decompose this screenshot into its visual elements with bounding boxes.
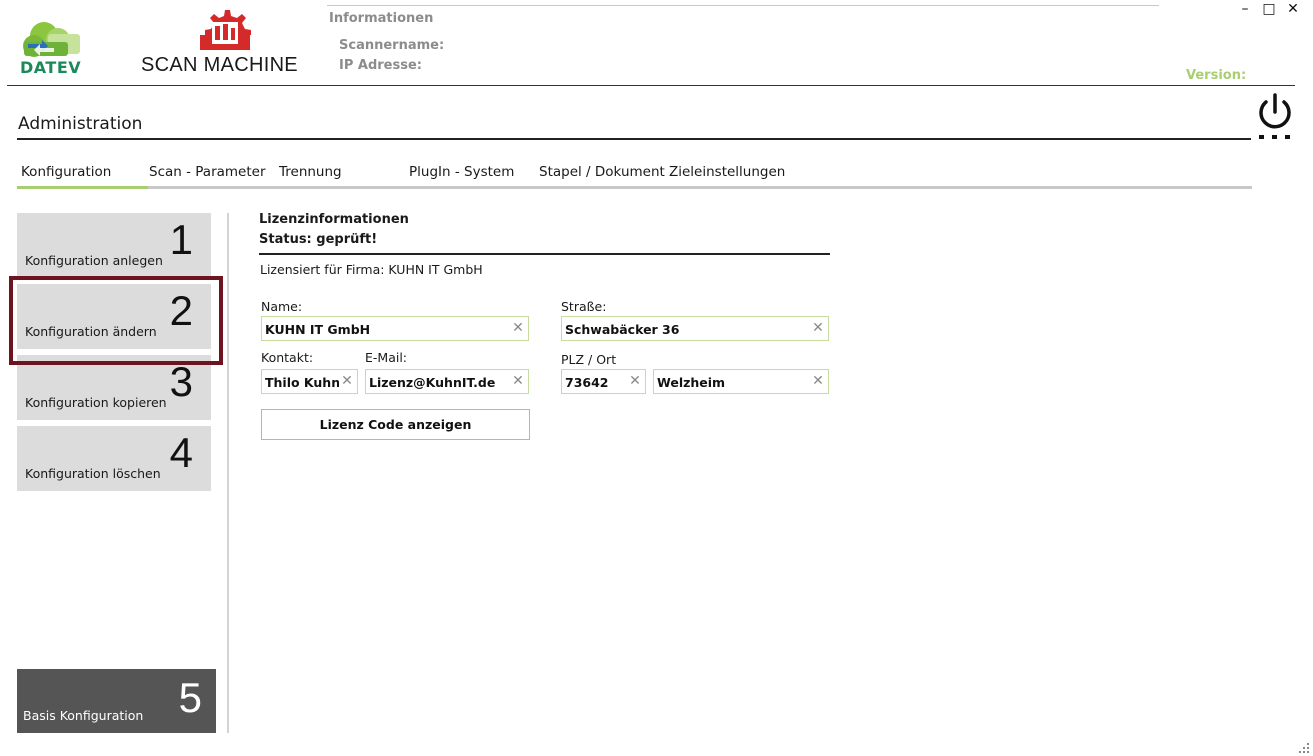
tab-konfiguration[interactable]: Konfiguration [21, 164, 111, 180]
side-divider [227, 213, 229, 733]
tab-trennung[interactable]: Trennung [279, 164, 342, 180]
street-label: Straße: [561, 299, 607, 314]
contact-field[interactable]: ✕ [261, 369, 358, 394]
header-divider [7, 85, 1295, 86]
page-title: Administration [18, 114, 143, 134]
tab-stapel-dokument[interactable]: Stapel / Dokument [539, 164, 665, 180]
plz-ort-label: PLZ / Ort [561, 352, 617, 367]
menu-item-label: Konfiguration anlegen [25, 253, 163, 268]
tab-active-indicator [17, 186, 148, 189]
menu-item-label: Konfiguration löschen [25, 466, 161, 481]
clear-icon[interactable]: ✕ [628, 373, 642, 389]
menu-item-number: 4 [169, 429, 193, 476]
street-field[interactable]: ✕ [561, 316, 829, 341]
datev-logo-text: DATEV [20, 58, 82, 77]
license-divider [259, 253, 830, 255]
clear-icon[interactable]: ✕ [811, 320, 825, 336]
plz-input[interactable] [565, 373, 627, 391]
email-field[interactable]: ✕ [365, 369, 529, 394]
menu-item-number: 1 [169, 216, 193, 263]
menu-item-label: Konfiguration kopieren [25, 395, 167, 410]
ip-address-label: IP Adresse: [339, 58, 422, 73]
plz-field[interactable]: ✕ [561, 369, 646, 394]
menu-item-label: Basis Konfiguration [23, 708, 144, 723]
minimize-button[interactable]: – [1234, 1, 1256, 19]
clear-icon[interactable]: ✕ [811, 373, 825, 389]
email-label: E-Mail: [365, 350, 408, 365]
name-field[interactable]: ✕ [261, 316, 529, 341]
title-divider [17, 138, 1251, 140]
menu-selection-frame [9, 276, 223, 365]
menu-item-number: 3 [169, 358, 193, 405]
license-company-line: Lizensiert für Firma: KUHN IT GmbH [260, 262, 483, 277]
menu-basis-konfiguration[interactable]: Basis Konfiguration 5 [17, 669, 216, 733]
license-title: Lizenzinformationen [259, 212, 409, 227]
maximize-button[interactable]: □ [1258, 1, 1280, 19]
city-field[interactable]: ✕ [653, 369, 829, 394]
resize-grip-icon[interactable] [1298, 742, 1310, 754]
scan-machine-logo-icon [200, 10, 251, 50]
show-license-code-button[interactable]: Lizenz Code anzeigen [261, 409, 530, 440]
info-divider [327, 5, 1159, 6]
info-title: Informationen [329, 11, 434, 26]
name-input[interactable] [265, 320, 510, 338]
contact-input[interactable] [265, 373, 339, 391]
scanner-name-label: Scannername: [339, 38, 445, 53]
license-status: Status: geprüft! [259, 232, 378, 247]
clear-icon[interactable]: ✕ [511, 320, 525, 336]
power-icon[interactable] [1254, 92, 1296, 142]
city-input[interactable] [657, 373, 810, 391]
name-label: Name: [261, 299, 303, 314]
tab-plugin-system[interactable]: PlugIn - System [409, 164, 514, 180]
clear-icon[interactable]: ✕ [511, 373, 525, 389]
close-button[interactable]: ✕ [1282, 1, 1304, 19]
tab-zieleinstellungen[interactable]: Zieleinstellungen [669, 164, 785, 180]
menu-item-number: 5 [178, 674, 202, 721]
version-label: Version: [1186, 68, 1247, 83]
street-input[interactable] [565, 320, 810, 338]
menu-konfiguration-anlegen[interactable]: Konfiguration anlegen 1 [17, 213, 211, 278]
email-input[interactable] [369, 373, 510, 391]
clear-icon[interactable]: ✕ [340, 373, 354, 389]
scan-machine-logo-text: SCAN MACHINE [141, 54, 298, 76]
contact-label: Kontakt: [261, 350, 314, 365]
tab-bar-line [17, 186, 1252, 189]
menu-konfiguration-loeschen[interactable]: Konfiguration löschen 4 [17, 426, 211, 491]
tab-scan-parameter[interactable]: Scan - Parameter [149, 164, 266, 180]
